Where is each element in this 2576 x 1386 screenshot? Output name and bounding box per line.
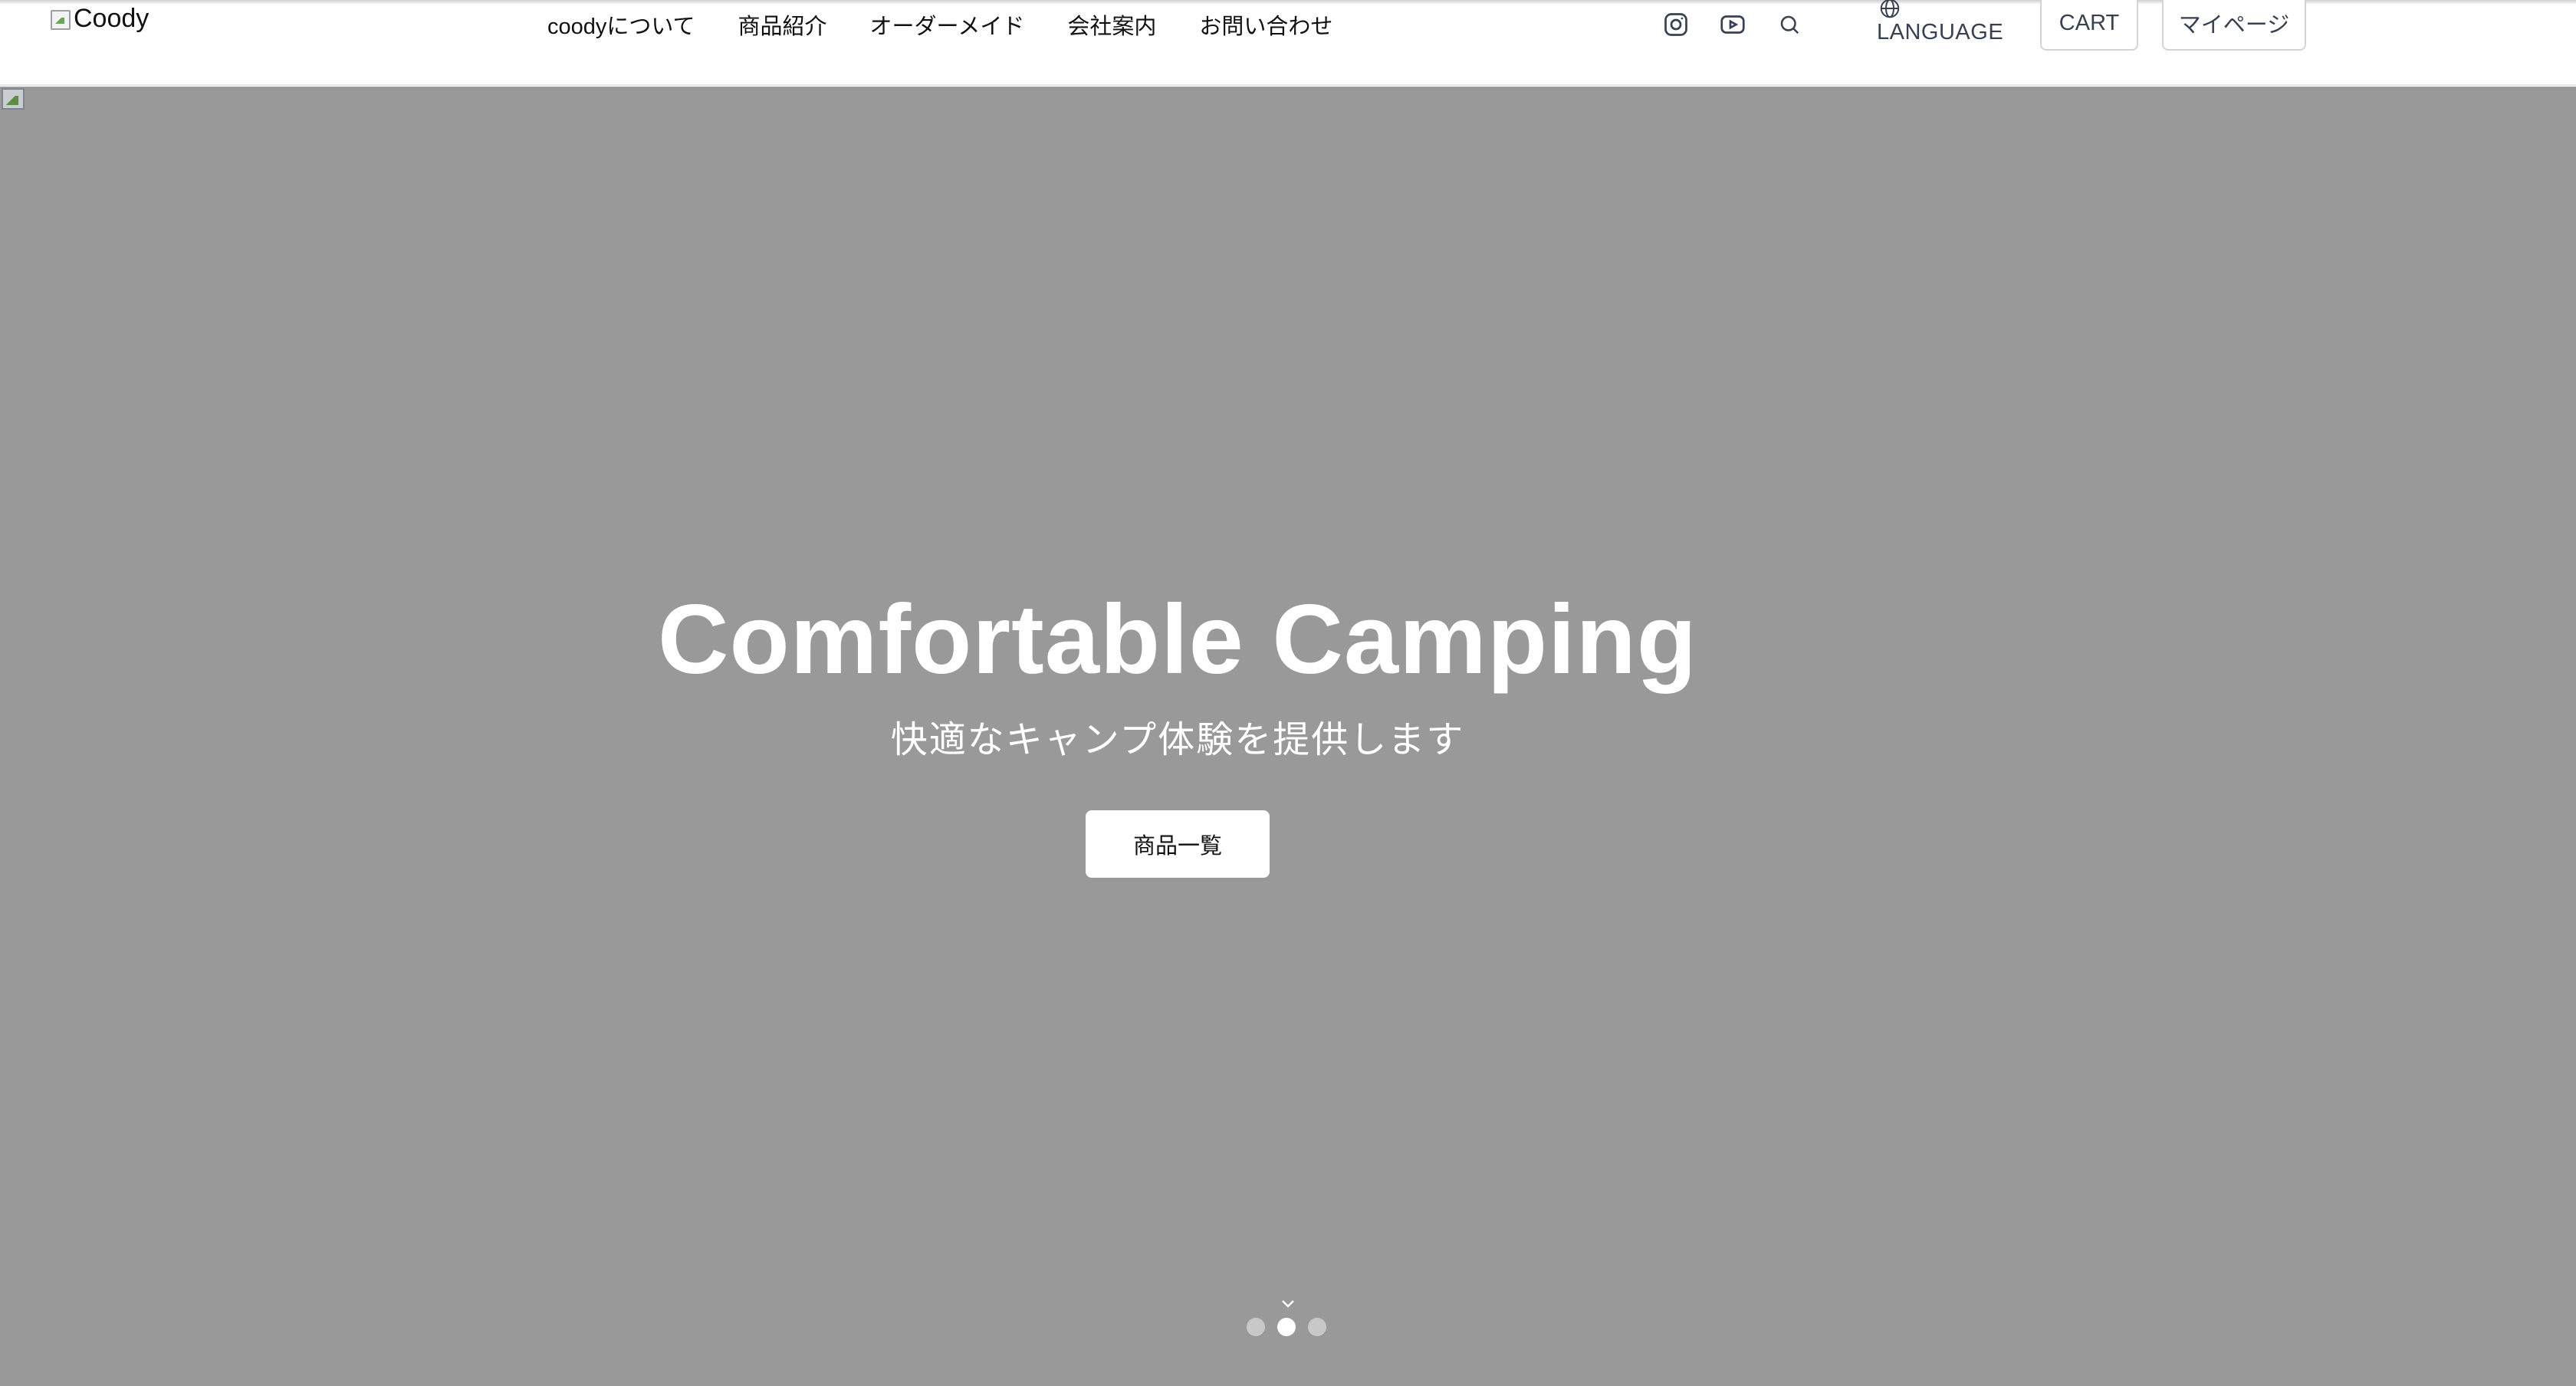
logo[interactable]: Coody	[49, 2, 149, 35]
site-header: Coody coodyについて 商品紹介 オーダーメイド 会社案内 お問い合わせ	[0, 0, 2576, 86]
carousel-dot[interactable]	[1247, 1318, 1265, 1336]
search-icon[interactable]	[1774, 9, 1805, 40]
chevron-down-icon[interactable]	[1279, 1298, 1297, 1310]
language-label: LANGUAGE	[1877, 20, 2004, 44]
carousel-dot[interactable]	[1308, 1318, 1326, 1336]
broken-image-icon	[0, 87, 25, 111]
youtube-icon[interactable]	[1717, 9, 1748, 40]
nav-item-contact[interactable]: お問い合わせ	[1199, 8, 1332, 41]
carousel-dot-active[interactable]	[1277, 1318, 1296, 1336]
nav-item-products[interactable]: 商品紹介	[738, 8, 827, 41]
nav-item-order-made[interactable]: オーダーメイド	[870, 8, 1025, 41]
hero-subtitle: 快適なキャンプ体験を提供します	[890, 720, 1465, 760]
language-selector[interactable]: LANGUAGE	[1877, 0, 2007, 51]
instagram-icon[interactable]	[1661, 9, 1691, 40]
nav-item-about[interactable]: coodyについて	[547, 8, 695, 41]
hero-banner: Comfortable Camping 快適なキャンプ体験を提供します 商品一覧	[0, 87, 2576, 1386]
carousel-dots	[1247, 1318, 1326, 1336]
product-list-button[interactable]: 商品一覧	[1086, 810, 1270, 878]
mypage-button[interactable]: マイページ	[2162, 0, 2306, 51]
social-links	[1661, 8, 1805, 41]
main-nav: coodyについて 商品紹介 オーダーメイド 会社案内 お問い合わせ	[547, 8, 1332, 41]
logo-alt-text: Coody	[74, 4, 150, 33]
nav-item-company[interactable]: 会社案内	[1067, 8, 1156, 41]
globe-icon	[1880, 0, 1900, 18]
page: Coody coodyについて 商品紹介 オーダーメイド 会社案内 お問い合わせ	[0, 0, 2576, 1386]
cart-button[interactable]: CART	[2040, 0, 2138, 51]
hero-title: Comfortable Camping	[658, 585, 1697, 695]
broken-image-icon	[49, 7, 71, 30]
